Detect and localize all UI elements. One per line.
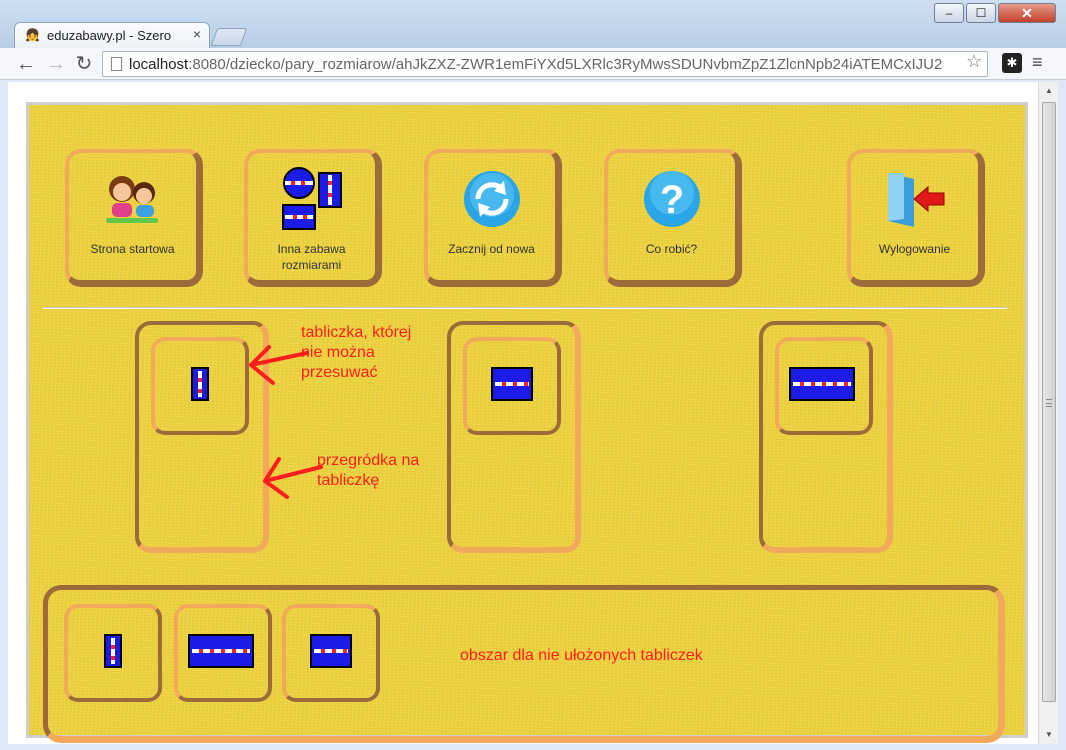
annotation-tray: obszar dla nie ułożonych tabliczek [460, 647, 703, 664]
address-bar[interactable]: localhost:8080/dziecko/pary_rozmiarow/ah… [102, 51, 988, 77]
plate-medium [310, 634, 352, 668]
close-window-button[interactable]: ✕ [998, 3, 1056, 23]
home-button-label: Strona startowa [90, 242, 175, 256]
draggable-tile[interactable] [174, 604, 272, 702]
draggable-tile[interactable] [282, 604, 380, 702]
refresh-icon [428, 169, 555, 229]
other-size-game-button[interactable]: Inna zabawa rozmiarami [244, 149, 382, 287]
restart-label: Zacznij od nowa [448, 242, 535, 256]
minimize-button[interactable]: ‒ [934, 3, 964, 23]
plate-medium [491, 367, 533, 401]
page-icon [111, 57, 122, 71]
restart-button[interactable]: Zacznij od nowa [424, 149, 562, 287]
plate-large [789, 367, 855, 401]
reload-icon[interactable]: ↻ [72, 52, 96, 76]
scroll-down-icon[interactable]: ▼ [1039, 726, 1059, 744]
annotation-compartment: przegródka na tabliczkę [317, 452, 420, 489]
kids-logo-icon [69, 169, 196, 229]
browser-toolbar: ← → ↻ localhost:8080/dziecko/pary_rozmia… [0, 48, 1066, 80]
plate-large [188, 634, 254, 668]
help-label: Co robić? [645, 242, 698, 256]
vertical-scrollbar[interactable]: ▲ ▼ [1038, 82, 1058, 744]
compartment[interactable] [447, 321, 581, 553]
browser-tab[interactable]: 👧 eduzabawy.pl - Szero × [14, 22, 210, 48]
scroll-thumb[interactable] [1042, 102, 1056, 702]
forward-icon[interactable]: → [44, 52, 68, 76]
home-button[interactable]: Strona startowa [65, 149, 203, 287]
url-text: localhost:8080/dziecko/pary_rozmiarow/ah… [129, 56, 989, 73]
back-icon[interactable]: ← [14, 52, 38, 76]
grip-icon [1046, 399, 1052, 407]
logout-button[interactable]: Wylogowanie [847, 149, 985, 287]
plate-small-vertical [191, 367, 209, 401]
fixed-tile [463, 337, 561, 435]
plate-small-vertical [104, 634, 122, 668]
logout-icon [851, 169, 978, 229]
annotation-fixed-tile: tabliczka, której nie można przesuwać [301, 324, 412, 381]
fixed-tile [151, 337, 249, 435]
divider [43, 307, 1007, 309]
help-button[interactable]: ? Co robić? [604, 149, 742, 287]
arrow-to-compartment-icon [263, 457, 323, 499]
logout-label: Wylogowanie [878, 242, 951, 256]
bookmark-star-icon[interactable]: ☆ [966, 51, 982, 72]
compartment[interactable] [759, 321, 893, 553]
help-icon: ? [608, 169, 735, 229]
unplaced-tiles-tray[interactable]: obszar dla nie ułożonych tabliczek [43, 585, 1005, 743]
maximize-button[interactable]: ☐ [966, 3, 996, 23]
tab-title: eduzabawy.pl - Szero [47, 28, 172, 43]
game-board: Strona startowa Inna zabawa rozmiarami Z… [26, 102, 1028, 743]
size-game-icon [248, 167, 375, 230]
extension-icon[interactable]: ✱ [1002, 53, 1022, 73]
help-glyph: ? [659, 178, 683, 222]
site-favicon-icon: 👧 [25, 28, 40, 42]
other-size-game-label: Inna zabawa rozmiarami [277, 242, 346, 272]
tab-close-icon[interactable]: × [193, 26, 201, 42]
url-host: localhost [129, 56, 189, 73]
draggable-tile[interactable] [64, 604, 162, 702]
url-path: :8080/dziecko/pary_rozmiarow/ahJkZXZ-ZWR… [188, 56, 943, 73]
page-viewport: Strona startowa Inna zabawa rozmiarami Z… [8, 82, 1038, 744]
scroll-up-icon[interactable]: ▲ [1039, 82, 1059, 100]
browser-menu-icon[interactable]: ≡ [1032, 52, 1043, 73]
fixed-tile [775, 337, 873, 435]
new-tab-button[interactable] [210, 28, 248, 46]
browser-titlebar: 👧 eduzabawy.pl - Szero × ‒ ☐ ✕ [0, 0, 1066, 48]
